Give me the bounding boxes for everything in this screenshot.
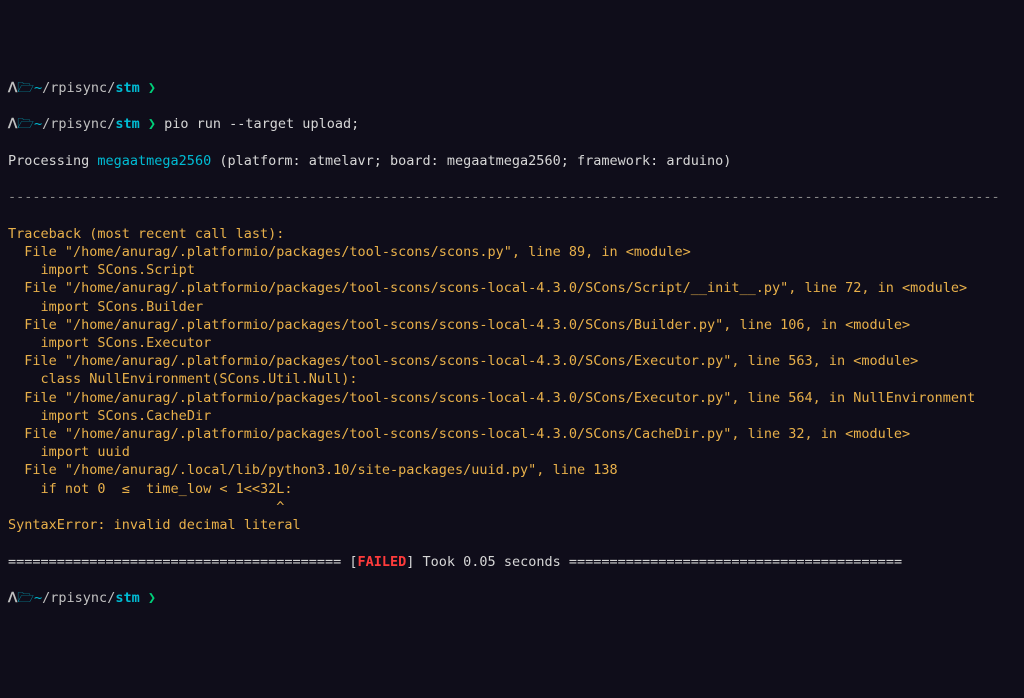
folder-icon: 🗁 — [17, 80, 34, 96]
traceback-line: import uuid — [8, 443, 1016, 461]
prompt-line-2: ᐱ🗁~/rpisync/stm ❯ pio run --target uploa… — [8, 115, 1016, 133]
folder-icon: 🗁 — [17, 590, 34, 606]
dir-parent: rpisync — [50, 116, 107, 132]
prompt-arrow: ❯ — [148, 80, 156, 96]
status-failed: FAILED — [358, 554, 407, 570]
tilde: ~ — [34, 80, 42, 96]
tilde: ~ — [34, 590, 42, 606]
traceback-line: import SCons.Builder — [8, 298, 1016, 316]
slash: / — [107, 590, 115, 606]
traceback-line: SyntaxError: invalid decimal literal — [8, 516, 1016, 534]
traceback-line: File "/home/anurag/.platformio/packages/… — [8, 352, 1016, 370]
dir-current: stm — [115, 116, 139, 132]
processing-details: (platform: atmelavr; board: megaatmega25… — [211, 153, 731, 169]
status-rest: ] Took 0.05 seconds ====================… — [406, 554, 902, 570]
traceback-line: class NullEnvironment(SCons.Util.Null): — [8, 370, 1016, 388]
prompt-line-3: ᐱ🗁~/rpisync/stm ❯ — [8, 589, 1016, 607]
dir-current: stm — [115, 590, 139, 606]
traceback-line: File "/home/anurag/.platformio/packages/… — [8, 316, 1016, 334]
board-name: megaatmega2560 — [97, 153, 211, 169]
prompt-arrow: ❯ — [148, 590, 156, 606]
status-left: ========================================… — [8, 554, 358, 570]
processing-line: Processing megaatmega2560 (platform: atm… — [8, 152, 1016, 170]
home-icon: ᐱ — [8, 116, 17, 132]
traceback-line: if not 0 ≤ time_low < 1<<32L: — [8, 480, 1016, 498]
folder-icon: 🗁 — [17, 116, 34, 132]
traceback-line: File "/home/anurag/.platformio/packages/… — [8, 389, 1016, 407]
traceback-line: import SCons.Script — [8, 261, 1016, 279]
command-text[interactable]: pio run --target upload; — [164, 116, 359, 132]
traceback-line: File "/home/anurag/.local/lib/python3.10… — [8, 461, 1016, 479]
status-line: ========================================… — [8, 553, 1016, 571]
dir-current: stm — [115, 80, 139, 96]
traceback-line: File "/home/anurag/.platformio/packages/… — [8, 279, 1016, 297]
dir-parent: rpisync — [50, 590, 107, 606]
traceback-output: Traceback (most recent call last): File … — [8, 225, 1016, 535]
home-icon: ᐱ — [8, 80, 17, 96]
slash: / — [42, 590, 50, 606]
prompt-line-1: ᐱ🗁~/rpisync/stm ❯ — [8, 79, 1016, 97]
traceback-line: File "/home/anurag/.platformio/packages/… — [8, 243, 1016, 261]
traceback-line: import SCons.CacheDir — [8, 407, 1016, 425]
traceback-line: import SCons.Executor — [8, 334, 1016, 352]
dir-parent: rpisync — [50, 80, 107, 96]
separator-top: ----------------------------------------… — [8, 188, 1016, 206]
processing-prefix: Processing — [8, 153, 97, 169]
traceback-line: File "/home/anurag/.platformio/packages/… — [8, 425, 1016, 443]
home-icon: ᐱ — [8, 590, 17, 606]
traceback-line: ^ — [8, 498, 1016, 516]
tilde: ~ — [34, 116, 42, 132]
traceback-line: Traceback (most recent call last): — [8, 225, 1016, 243]
prompt-arrow: ❯ — [148, 116, 156, 132]
